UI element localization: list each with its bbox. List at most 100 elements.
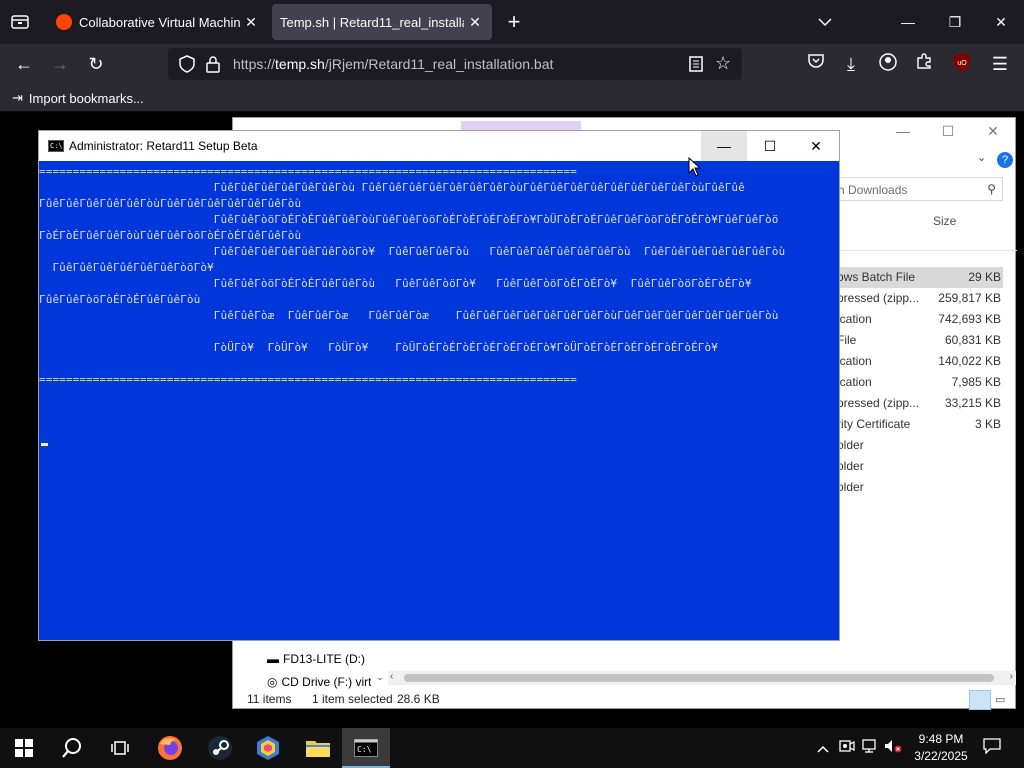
status-bar: 11 items 1 item selected 28.6 KB ▭ <box>233 690 1015 710</box>
tab-bar: Collaborative Virtual Machines! ✕ Temp.s… <box>0 0 1024 44</box>
tab-temp-sh[interactable]: Temp.sh | Retard11_real_installation ✕ <box>272 4 492 40</box>
console-line: ΓûêΓûêΓûêΓûêΓûêΓòùΓûêΓûêΓûêΓûêΓûêΓûêΓòù <box>39 197 302 210</box>
bookmark-star-icon[interactable]: ☆ <box>715 53 731 74</box>
console-line: ΓûêΓûêΓûêΓûêΓûêΓûêΓòöΓò¥ ΓûêΓûêΓûêΓòù Γû… <box>39 245 786 258</box>
scroll-right-icon[interactable]: › <box>1010 671 1013 682</box>
mouse-pointer-icon <box>688 156 702 177</box>
show-hidden-icons-chevron-icon[interactable] <box>813 738 833 758</box>
ribbon-expand-chevron-icon[interactable]: ⌄ <box>977 151 986 164</box>
search-placeholder: h Downloads <box>838 183 908 197</box>
new-tab-plus-icon[interactable]: + <box>502 10 526 34</box>
status-item-count: 11 items <box>247 692 292 706</box>
downloads-icon[interactable]: ⤓ <box>839 52 863 76</box>
command-prompt-icon: C:\ <box>48 140 64 152</box>
forward-arrow-icon[interactable]: → <box>48 52 72 76</box>
close-icon[interactable]: ✕ <box>989 10 1013 34</box>
app-hexagon-icon[interactable] <box>244 728 292 768</box>
close-icon[interactable]: ✕ <box>978 123 1008 140</box>
file-size: 3 KB <box>974 417 1001 431</box>
media-tray-icon[interactable] <box>837 738 857 758</box>
ublock-origin-icon[interactable]: uO <box>950 52 974 76</box>
back-arrow-icon[interactable]: ← <box>12 52 36 76</box>
nav-pane-scroll-down-icon[interactable]: ⌄ <box>373 646 387 686</box>
console-line: ΓûêΓûêΓòöΓòÉΓòÉΓûêΓûêΓòù ΓûêΓûêΓòöΓò¥ Γû… <box>39 277 752 290</box>
network-icon[interactable] <box>860 738 880 758</box>
shield-icon[interactable] <box>178 55 196 78</box>
maximize-icon[interactable]: ☐ <box>747 131 793 161</box>
maximize-icon[interactable]: ❐ <box>943 10 967 34</box>
console-line: ΓûêΓûêΓòæ ΓûêΓûêΓòæ ΓûêΓûêΓòæ ΓûêΓûêΓûêΓ… <box>39 309 779 322</box>
extensions-puzzle-icon[interactable] <box>912 52 936 76</box>
minimize-icon[interactable]: — <box>896 10 920 34</box>
file-size: 33,215 KB <box>944 396 1001 410</box>
large-icons-view-icon[interactable]: ▭ <box>995 693 1005 706</box>
search-icon[interactable] <box>48 728 96 768</box>
file-type: ication <box>837 312 872 326</box>
reddit-logo-icon <box>56 14 72 30</box>
file-row[interactable]: ication 742,693 KB <box>833 309 1003 330</box>
search-downloads-input[interactable]: h Downloads ⚲ <box>833 177 1003 201</box>
scroll-left-icon[interactable]: ‹ <box>390 671 393 682</box>
nav-item-drive-f[interactable]: ◎ CD Drive (F:) virt <box>267 675 371 689</box>
console-titlebar[interactable]: C:\ Administrator: Retard11 Setup Beta —… <box>39 131 839 161</box>
import-bookmarks-label: Import bookmarks... <box>28 90 144 106</box>
notifications-icon[interactable] <box>982 738 1002 758</box>
reload-icon[interactable]: ↻ <box>84 52 108 76</box>
file-row[interactable]: ication 140,022 KB <box>833 351 1003 372</box>
reader-view-icon[interactable] <box>688 55 704 78</box>
file-row[interactable]: File 60,831 KB <box>833 330 1003 351</box>
horizontal-scrollbar[interactable]: ‹ › <box>388 671 1016 685</box>
file-size: 29 KB <box>968 270 1001 284</box>
list-all-tabs-chevron-icon[interactable] <box>813 10 837 34</box>
column-header-size[interactable]: Size <box>933 214 956 228</box>
file-row[interactable]: rity Certificate 3 KB <box>833 414 1003 435</box>
file-type: ication <box>837 375 872 389</box>
address-bar[interactable]: https://temp.sh/jRjem/Retard11_real_inst… <box>168 48 742 80</box>
start-windows-icon[interactable] <box>0 728 48 768</box>
file-explorer-folder-icon[interactable] <box>294 728 342 768</box>
close-tab-icon[interactable]: ✕ <box>240 14 262 31</box>
pocket-icon[interactable] <box>804 52 828 76</box>
minimize-icon[interactable]: — <box>888 123 918 139</box>
tab-title: Collaborative Virtual Machines! <box>79 14 240 30</box>
menu-hamburger-icon[interactable]: ☰ <box>988 52 1012 76</box>
clock-time: 9:48 PM <box>918 732 964 746</box>
command-prompt-taskbar-icon[interactable]: C:\ <box>342 728 390 768</box>
console-window: C:\ Administrator: Retard11 Setup Beta —… <box>38 130 840 641</box>
file-row[interactable]: older <box>833 456 1003 477</box>
close-tab-icon[interactable]: ✕ <box>464 14 486 31</box>
system-clock[interactable]: 9:48 PM 3/22/2025 <box>906 731 976 765</box>
steam-icon[interactable] <box>196 728 244 768</box>
file-row[interactable]: older <box>833 435 1003 456</box>
padlock-icon[interactable] <box>206 55 220 78</box>
nav-item-drive-d[interactable]: ▬ FD13-LITE (D:) <box>267 652 365 666</box>
details-view-icon[interactable] <box>969 690 991 710</box>
file-row[interactable]: pressed (zipp... 33,215 KB <box>833 393 1003 414</box>
file-row[interactable]: older <box>833 477 1003 498</box>
url-text[interactable]: https://temp.sh/jRjem/Retard11_real_inst… <box>233 56 553 72</box>
file-size: 7,985 KB <box>951 375 1001 389</box>
tab-collaborative-vms[interactable]: Collaborative Virtual Machines! ✕ <box>46 4 268 40</box>
help-icon[interactable]: ? <box>997 152 1013 168</box>
file-type: rity Certificate <box>837 417 911 431</box>
file-size: 60,831 KB <box>944 333 1001 347</box>
firefox-icon[interactable] <box>146 728 194 768</box>
console-output[interactable]: ========================================… <box>39 161 839 640</box>
console-line: ========================================… <box>39 373 577 386</box>
close-icon[interactable]: ✕ <box>793 131 839 161</box>
volume-muted-icon[interactable] <box>883 738 903 758</box>
firefox-view-icon[interactable] <box>8 11 32 33</box>
account-icon[interactable] <box>876 52 900 76</box>
file-row[interactable]: ows Batch File 29 KB <box>833 267 1003 288</box>
file-row[interactable]: pressed (zipp... 259,817 KB <box>833 288 1003 309</box>
minimize-icon[interactable]: — <box>701 131 747 161</box>
file-row[interactable]: ication 7,985 KB <box>833 372 1003 393</box>
maximize-icon[interactable]: ☐ <box>933 123 963 140</box>
import-bookmarks-button[interactable]: ⇥ Import bookmarks... <box>12 90 144 106</box>
scrollbar-thumb[interactable] <box>404 674 994 682</box>
task-view-icon[interactable] <box>96 728 144 768</box>
console-line: ΓûêΓûêΓòöΓòÉΓòÉΓûêΓûêΓòùΓûêΓûêΓòöΓòÉΓòÉΓ… <box>39 213 779 226</box>
file-type: older <box>837 438 864 452</box>
